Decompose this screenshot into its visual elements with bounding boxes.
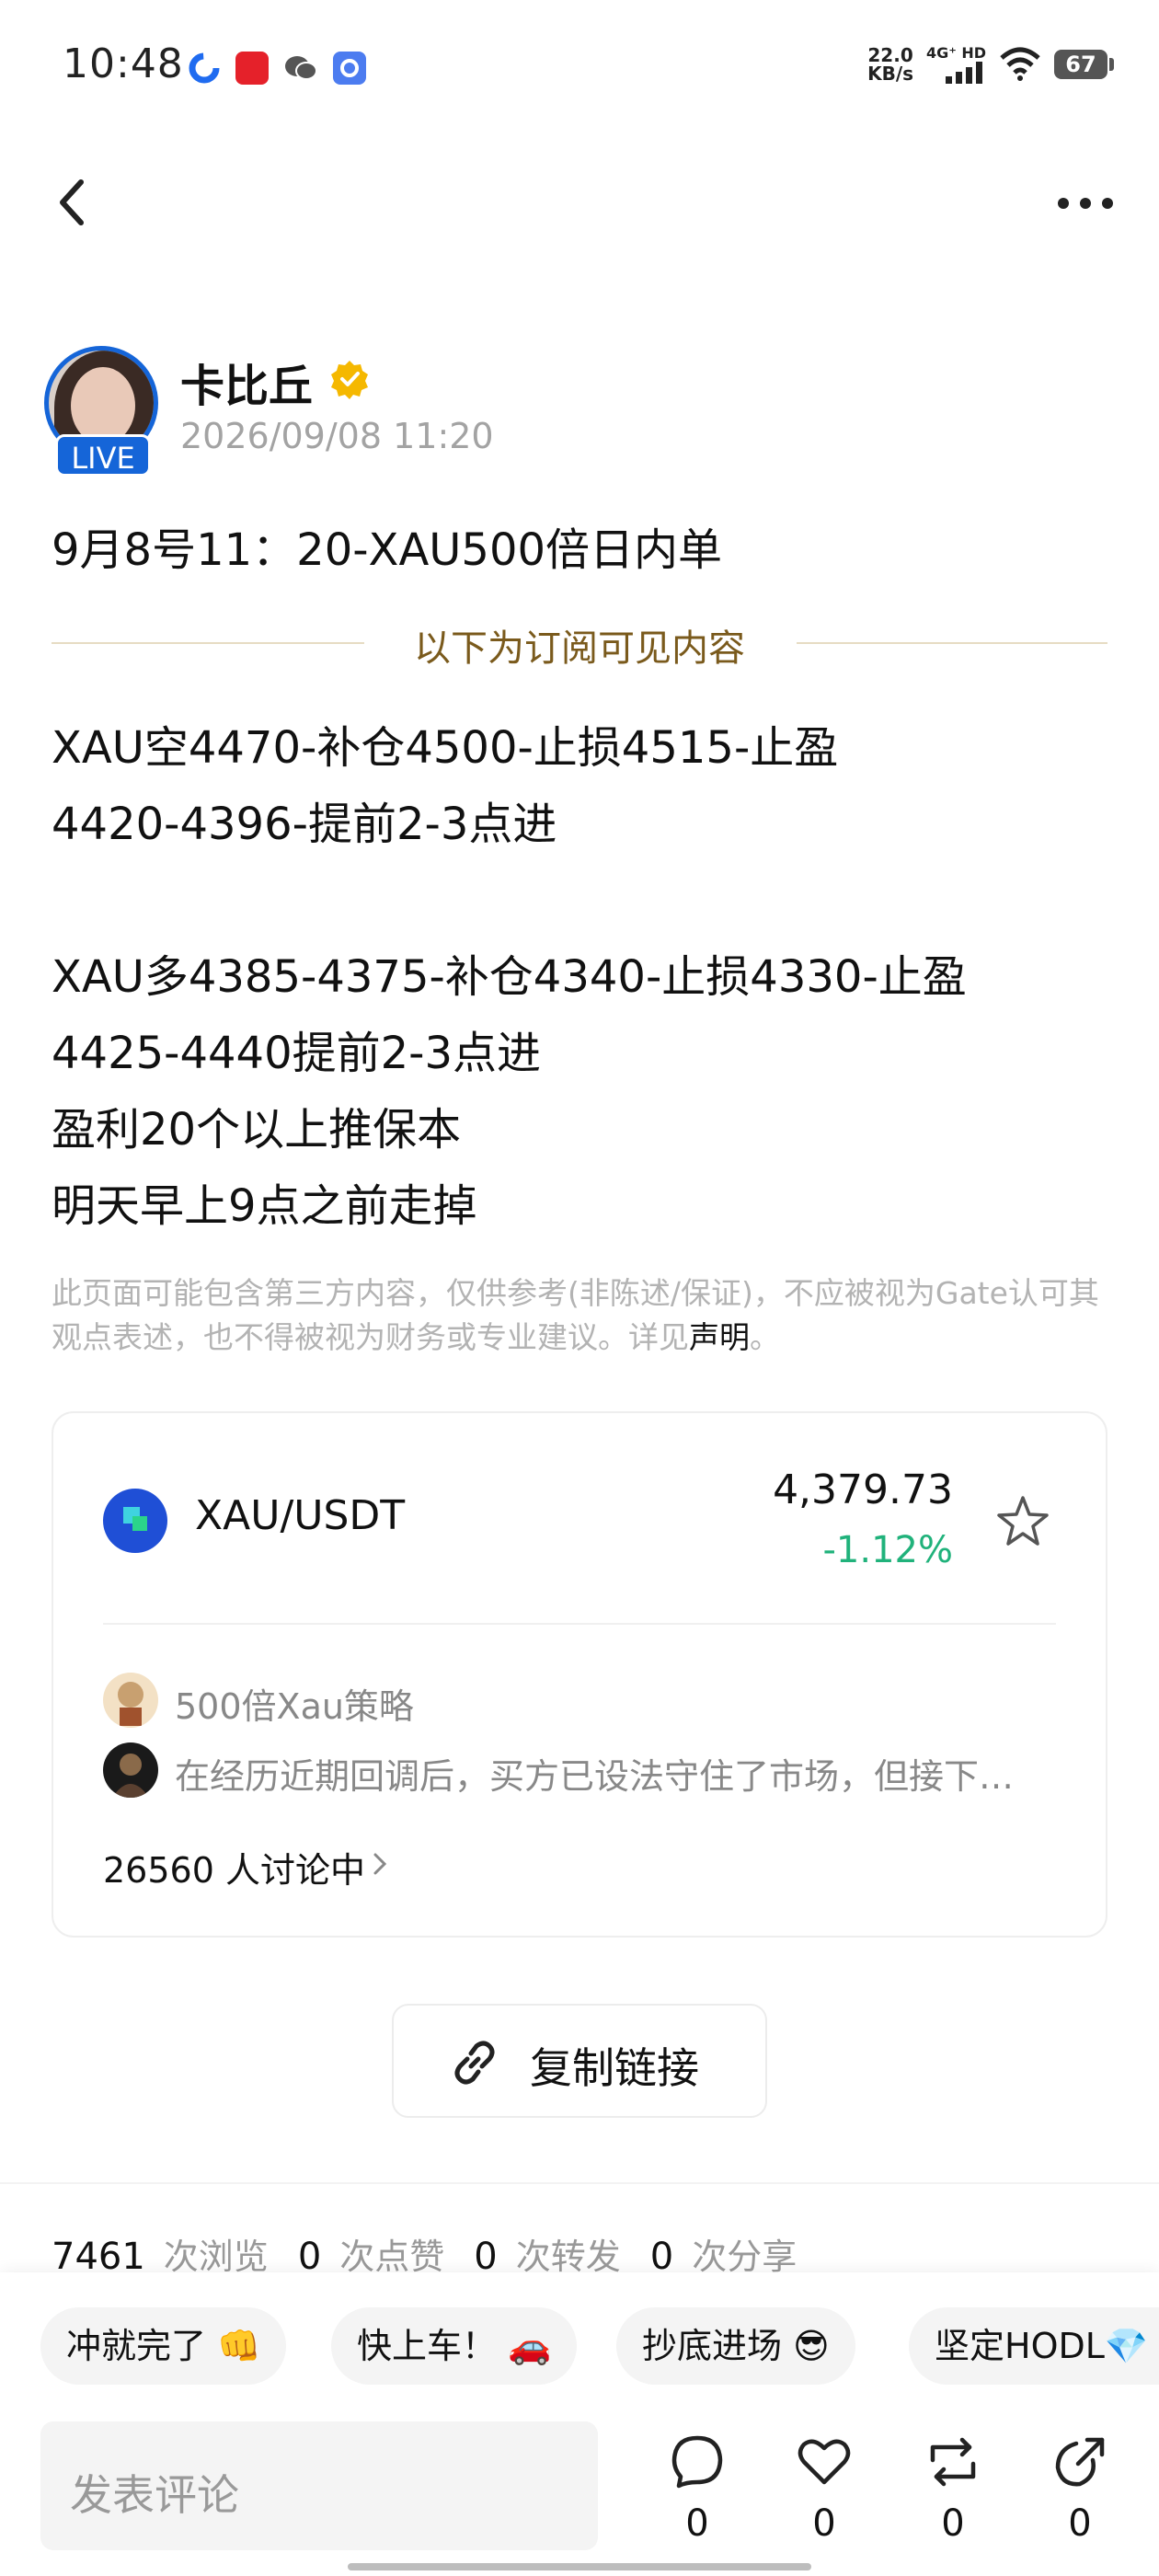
pair-price: 4,379.73 bbox=[773, 1466, 953, 1513]
share-count: 0 bbox=[1068, 2502, 1092, 2545]
post-body: XAU空4470-补仓4500-止损4515-止盈 4420-4396-提前2-… bbox=[52, 722, 967, 1232]
more-options-button[interactable] bbox=[1056, 190, 1115, 217]
latest-comment[interactable]: 在经历近期回调后，买方已设法守住了市场，但接下… bbox=[175, 1748, 1039, 1799]
post-title: 9月8号11：20-XAU500倍日内单 bbox=[52, 524, 723, 576]
likes-label: 次点赞 bbox=[339, 2237, 445, 2277]
home-indicator[interactable] bbox=[348, 2563, 811, 2570]
post-timestamp: 2026/09/08 11:20 bbox=[180, 416, 494, 456]
quick-reply-chip[interactable]: 快上车！ 🚗 bbox=[331, 2307, 578, 2385]
reposts-label: 次转发 bbox=[515, 2237, 621, 2277]
like-button[interactable] bbox=[795, 2432, 854, 2491]
divider-right bbox=[797, 642, 1107, 644]
author-name[interactable]: 卡比丘 bbox=[180, 350, 313, 414]
comment-bubble-icon bbox=[671, 2435, 723, 2489]
commenter-avatar bbox=[103, 1742, 158, 1798]
pair-change: -1.12% bbox=[822, 1529, 953, 1571]
signal-icon: 4G⁺ HD bbox=[926, 44, 986, 84]
share-button[interactable] bbox=[1050, 2432, 1109, 2491]
browser-app-icon bbox=[333, 52, 366, 85]
repost-button[interactable] bbox=[924, 2432, 982, 2491]
stats-separator bbox=[0, 2182, 1159, 2184]
copy-link-label: 复制链接 bbox=[530, 2043, 699, 2093]
share-icon bbox=[1055, 2437, 1105, 2487]
battery-icon: 67 bbox=[1054, 49, 1114, 79]
quick-reply-chip[interactable]: 坚定HODL💎 bbox=[909, 2307, 1159, 2385]
more-dots-icon bbox=[1058, 198, 1113, 209]
heart-icon bbox=[798, 2439, 851, 2485]
shares-label: 次分享 bbox=[692, 2237, 798, 2277]
card-separator bbox=[103, 1623, 1056, 1625]
repost-icon bbox=[930, 2437, 976, 2487]
live-badge[interactable]: LIVE bbox=[55, 434, 151, 477]
comment-placeholder[interactable]: 发表评论 bbox=[70, 2462, 239, 2523]
disclaimer-link[interactable]: 声明 bbox=[689, 1319, 750, 1355]
post-stats: 7461 次浏览 0 次点赞 0 次转发 0 次分享 bbox=[52, 2228, 826, 2279]
quick-reply-chip[interactable]: 抄底进场 😎 bbox=[616, 2307, 855, 2385]
subscription-note: 以下为订阅可见内容 bbox=[414, 627, 745, 670]
comment-button[interactable] bbox=[668, 2432, 727, 2491]
red-app-icon bbox=[235, 52, 269, 85]
star-icon bbox=[997, 1496, 1049, 1546]
favorite-star-button[interactable] bbox=[993, 1492, 1052, 1551]
repost-count: 0 bbox=[941, 2502, 965, 2545]
like-count: 0 bbox=[812, 2502, 836, 2545]
strategy-name[interactable]: 500倍Xau策略 bbox=[175, 1678, 414, 1729]
views-label: 次浏览 bbox=[163, 2237, 269, 2277]
wechat-icon bbox=[283, 52, 317, 85]
wifi-icon bbox=[1000, 47, 1040, 81]
comment-count: 0 bbox=[685, 2502, 709, 2545]
back-button[interactable] bbox=[53, 175, 90, 230]
discussion-count[interactable]: 26560 人讨论中 bbox=[103, 1842, 365, 1892]
quick-reply-chip[interactable]: 冲就完了 👊 bbox=[40, 2307, 287, 2385]
trading-pair[interactable]: XAU/USDT bbox=[195, 1492, 405, 1539]
verified-badge-icon bbox=[329, 359, 370, 399]
chevron-left-icon bbox=[60, 179, 84, 225]
status-time: 10:48 bbox=[63, 40, 184, 87]
status-indicators: 22.0 KB/s 4G⁺ HD 67 bbox=[867, 43, 1114, 85]
xau-coin-icon bbox=[103, 1489, 167, 1553]
app-notification-icon bbox=[188, 52, 221, 85]
disclaimer: 此页面可能包含第三方内容，仅供参考(非陈述/保证)，不应被视为Gate认可其观点… bbox=[52, 1275, 1099, 1355]
chevron-right-icon bbox=[370, 1846, 392, 1882]
strategy-avatar bbox=[103, 1673, 158, 1728]
network-speed: 22.0 KB/s bbox=[867, 43, 914, 85]
link-icon bbox=[447, 2035, 502, 2090]
